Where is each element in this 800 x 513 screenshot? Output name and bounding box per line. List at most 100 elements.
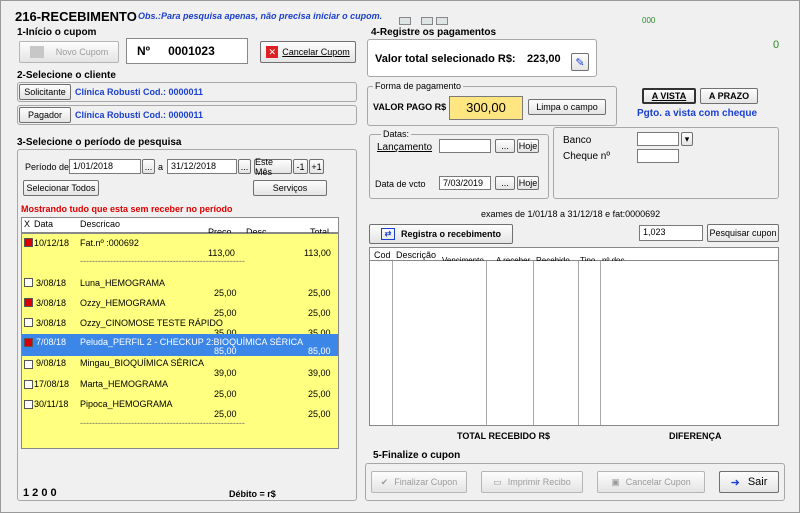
row-checkbox[interactable] xyxy=(24,318,33,327)
row-total: 25,00 xyxy=(308,409,331,419)
lancamento-input[interactable] xyxy=(439,139,491,153)
section1-title: 1-Início o cupom xyxy=(17,27,97,38)
pagador-button[interactable]: Pagador xyxy=(19,107,71,123)
cupom-number-box: Nº 0001023 xyxy=(126,38,248,64)
row-desc: Ozzy_HEMOGRAMA xyxy=(80,298,166,308)
cheque-input[interactable] xyxy=(637,149,679,163)
trash-icon: ▣ xyxy=(611,476,620,487)
main-window: 216-RECEBIMENTO Obs.:Para pesquisa apena… xyxy=(0,0,800,513)
row-checkbox[interactable] xyxy=(24,380,33,389)
window-button-3[interactable] xyxy=(436,17,448,25)
date-to-picker[interactable]: ... xyxy=(238,159,251,174)
diferenca-label: DIFERENÇA xyxy=(669,431,722,441)
date-from-input[interactable]: 1/01/2018 xyxy=(69,159,141,174)
cancelar-cupom-button[interactable]: ✕ Cancelar Cupom xyxy=(260,41,356,63)
col-descricao: Descricao xyxy=(80,219,121,229)
finalizar-label: Finalizar Cupon xyxy=(394,477,458,487)
novo-cupom-icon xyxy=(29,46,44,58)
col-data: Data xyxy=(34,219,54,229)
row-desc: Mingau_BIOQUÍMICA SÉRICA xyxy=(80,358,205,368)
counter: 0 xyxy=(773,39,780,51)
cancelar-cupom-label: Cancelar Cupom xyxy=(282,47,350,57)
imprimir-label: Imprimir Recibo xyxy=(507,477,571,487)
row-preco: 85,00 xyxy=(214,346,237,356)
pcol-cod: Cod xyxy=(374,250,391,260)
row-checkbox[interactable] xyxy=(24,278,33,287)
warning-text: Mostrando tudo que esta sem receber no p… xyxy=(21,204,233,214)
servicos-button[interactable]: Serviços xyxy=(253,180,327,196)
row-date: 30/11/18 xyxy=(34,399,69,409)
banco-dropdown[interactable]: ▾ xyxy=(681,132,693,146)
valor-total-label: Valor total selecionado R$: xyxy=(375,53,516,65)
a-prazo-button[interactable]: A PRAZO xyxy=(700,88,758,104)
lancamento-hoje-button[interactable]: Hoje xyxy=(517,139,539,153)
row-date: 3/08/18 xyxy=(36,278,67,288)
pen-icon: ✎ xyxy=(575,56,585,69)
sair-button[interactable]: ➜ Sair xyxy=(719,471,779,493)
row-date: 9/08/18 xyxy=(36,358,67,368)
lancamento-label: Lançamento xyxy=(377,142,433,153)
novo-cupom-button[interactable]: Novo Cupom xyxy=(19,41,119,63)
cancelar-label: Cancelar Cupon xyxy=(625,477,691,487)
vcto-hoje-button[interactable]: Hoje xyxy=(517,176,539,190)
section5-title: 5-Finalize o cupon xyxy=(373,450,461,461)
row-checkbox[interactable] xyxy=(24,360,33,369)
limpa-campo-button[interactable]: Limpa o campo xyxy=(528,99,606,115)
items-grid[interactable]: 10/12/18 Fat.nº :000692 113,00 113,00 --… xyxy=(21,233,339,449)
row-dashes: ----------------------------------------… xyxy=(80,418,245,428)
calc-button[interactable]: ✎ xyxy=(571,53,589,71)
row-checkbox[interactable] xyxy=(24,238,33,247)
valor-total-value: 223,00 xyxy=(527,53,561,65)
row-desc: Peluda_PERFIL 2 - CHECKUP 2:BIOQUÍMICA S… xyxy=(80,337,304,347)
top-code: 000 xyxy=(642,16,656,25)
row-date: 17/08/18 xyxy=(34,379,70,389)
cancel-icon: ✕ xyxy=(266,46,279,58)
table-row[interactable]: 30/11/18 Pipoca_HEMOGRAMA 25,00 25,00 --… xyxy=(22,396,338,436)
valor-pago-input[interactable]: 300,00 xyxy=(449,96,523,120)
datas-label: Datas: xyxy=(381,129,412,139)
este-mes-button[interactable]: Este Mês xyxy=(254,157,292,177)
window-button-1[interactable] xyxy=(399,17,411,25)
row-desc: Marta_HEMOGRAMA xyxy=(80,379,169,389)
table-row-selected[interactable]: 7/08/18 Peluda_PERFIL 2 - CHECKUP 2:BIOQ… xyxy=(22,334,338,356)
cheque-label: Cheque nº xyxy=(563,151,611,162)
lancamento-picker[interactable]: ... xyxy=(495,139,515,153)
forma-label: Forma de pagamento xyxy=(373,81,464,91)
row-desc: Fat.nº :000692 xyxy=(80,238,139,248)
imprimir-recibo-button[interactable]: ▭ Imprimir Recibo xyxy=(481,471,583,493)
cancelar-cupon-button[interactable]: ▣ Cancelar Cupon xyxy=(597,471,705,493)
section2-title: 2-Selecione o cliente xyxy=(17,70,116,81)
search-cupom-input[interactable]: 1,023 xyxy=(639,225,703,241)
plus-month-button[interactable]: +1 xyxy=(309,159,324,174)
solicitante-button[interactable]: Solicitante xyxy=(19,84,71,100)
payments-list[interactable] xyxy=(369,261,779,426)
footer-count: 1 2 0 0 xyxy=(23,487,57,499)
a-vista-button[interactable]: A VISTA xyxy=(642,88,696,104)
row-desc: Pipoca_HEMOGRAMA xyxy=(80,399,173,409)
periodo-label: Período de xyxy=(25,162,70,172)
pgto-text: Pgto. a vista com cheque xyxy=(637,108,758,119)
exames-text: exames de 1/01/18 a 31/12/18 e fat:00006… xyxy=(481,209,661,219)
n-label: Nº xyxy=(137,44,151,58)
row-desc: Ozzy_CINOMOSE TESTE RÁPIDO xyxy=(80,318,223,328)
row-date: 7/08/18 xyxy=(36,337,67,347)
selecionar-todos-button[interactable]: Selecionar Todos xyxy=(23,180,99,196)
window-button-2[interactable] xyxy=(421,17,433,25)
row-checkbox[interactable] xyxy=(24,298,33,307)
banco-select[interactable] xyxy=(637,132,679,146)
table-row[interactable]: 10/12/18 Fat.nº :000692 113,00 113,00 --… xyxy=(22,234,338,274)
pesquisar-cupon-button[interactable]: Pesquisar cupon xyxy=(707,224,779,242)
registra-button[interactable]: ⇄ Registra o recebimento xyxy=(369,224,513,244)
finalizar-cupon-button[interactable]: ✔ Finalizar Cupon xyxy=(371,471,467,493)
vcto-picker[interactable]: ... xyxy=(495,176,515,190)
date-to-input[interactable]: 31/12/2018 xyxy=(167,159,237,174)
row-checkbox[interactable] xyxy=(24,400,33,409)
obs-note: Obs.:Para pesquisa apenas, não precisa i… xyxy=(138,11,383,21)
vcto-input[interactable]: 7/03/2019 xyxy=(439,176,491,190)
row-dashes: ----------------------------------------… xyxy=(80,256,245,266)
row-total: 113,00 xyxy=(304,248,331,258)
debito-label: Débito = r$ xyxy=(229,489,276,499)
minus-month-button[interactable]: -1 xyxy=(293,159,308,174)
row-checkbox[interactable] xyxy=(24,338,33,347)
date-from-picker[interactable]: ... xyxy=(142,159,155,174)
